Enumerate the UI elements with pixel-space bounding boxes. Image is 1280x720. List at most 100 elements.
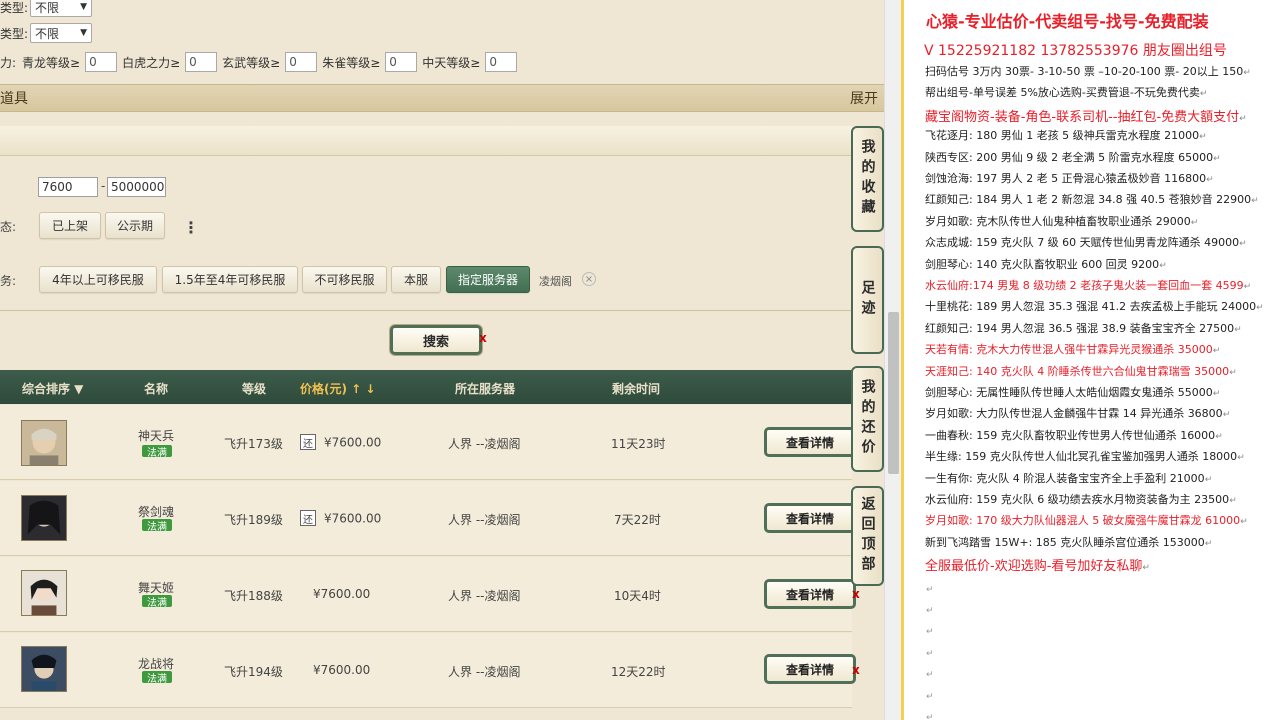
my-favorites-tab[interactable]: 我的收藏: [851, 126, 884, 232]
note-line: 红颜知己: 194 男人忽混 36.5 强混 38.9 装备宝宝齐全 27500…: [925, 321, 1242, 335]
character-avatar[interactable]: [21, 570, 67, 616]
footprint-tab[interactable]: 足迹: [851, 246, 884, 354]
table-row: 神天兵 法满 飞升173级 还 ¥7600.00 人界 --凌烟阁 11天23时 …: [0, 405, 856, 480]
view-detail-button[interactable]: 查看详情: [764, 503, 856, 533]
time-header: 剩余时间: [612, 382, 661, 396]
paragraph-mark-icon: ↵: [1240, 517, 1248, 528]
remove-tag-icon[interactable]: ×: [582, 272, 596, 286]
note-line: 半生缘: 159 克火队传世人仙北冥孔雀宝鉴加强男人通杀 18000↵: [925, 450, 1245, 464]
server-label: 务:: [0, 274, 17, 288]
server-option-no-migrate[interactable]: 不可移民服: [302, 266, 387, 293]
section-title: 道具: [0, 91, 28, 107]
item-time-left: 10天4时: [614, 589, 661, 603]
scrollbar-thumb[interactable]: [888, 312, 899, 474]
item-price: ¥7600.00: [313, 587, 371, 601]
paragraph-mark-icon: ↵: [1229, 367, 1237, 378]
baihu-level-input[interactable]: 0: [185, 52, 218, 72]
status-public-chip[interactable]: 公示期: [105, 212, 165, 239]
type-filter-row-1: 类型: 不限 ▼: [0, 0, 93, 18]
server-option-specified[interactable]: 指定服务器: [446, 266, 530, 293]
item-server: 人界 --凌烟阁: [448, 437, 521, 451]
paragraph-mark-icon: ↵: [1199, 132, 1207, 143]
paragraph-mark-icon: ↵: [926, 713, 934, 720]
item-time-left: 12天22时: [611, 665, 666, 679]
status-badge: 法满: [142, 445, 172, 459]
search-button[interactable]: 搜索: [390, 325, 482, 355]
paragraph-mark-icon: ↵: [1237, 453, 1245, 464]
sort-header[interactable]: 综合排序 ▼: [22, 380, 83, 397]
level-label: 玄武等级≥: [222, 55, 281, 70]
paragraph-mark-icon: ↵: [1251, 196, 1259, 207]
paragraph-mark-icon: ↵: [926, 648, 934, 659]
note-line: 陕西专区: 200 男仙 9 级 2 老全满 5 阶雷克水程度 65000↵: [925, 150, 1221, 164]
zhongtian-level-input[interactable]: 0: [485, 52, 518, 72]
my-haggle-tab[interactable]: 我的还价: [851, 366, 884, 472]
item-server: 人界 --凌烟阁: [448, 589, 521, 603]
paragraph-mark-icon: ↵: [1239, 113, 1247, 124]
paragraph-mark-icon: ↵: [1243, 282, 1252, 292]
status-badge: 法满: [142, 671, 172, 685]
view-detail-button[interactable]: 查看详情: [764, 579, 856, 609]
note-line: 天若有情: 克木大力传世混人强牛甘霖异光灵猴通杀 35000↵: [925, 343, 1221, 357]
paragraph-mark-icon: ↵: [1190, 217, 1199, 228]
haggle-icon[interactable]: 还: [300, 434, 316, 450]
view-detail-button[interactable]: 查看详情: [764, 654, 856, 684]
price-max-input[interactable]: 5000000: [107, 177, 166, 197]
paragraph-mark-icon: ↵: [926, 627, 934, 638]
view-detail-button[interactable]: 查看详情: [764, 427, 856, 457]
paragraph-mark-icon: ↵: [1256, 303, 1264, 314]
note-line: 水云仙府: 159 克火队 6 级功绩去疾水月物资装备为主 23500↵: [925, 493, 1237, 506]
character-avatar[interactable]: [21, 420, 67, 466]
character-avatar[interactable]: [21, 646, 67, 692]
note-panel: 心猿-专业估价-代卖组号-找号-免费配装 V 15225921182 13782…: [901, 0, 1280, 720]
paragraph-mark-icon: ↵: [926, 606, 934, 616]
note-line: 一生有你: 克火队 4 阶混人装备宝宝齐全上手盈利 21000↵: [925, 471, 1213, 485]
vertical-scrollbar[interactable]: [884, 0, 901, 720]
expand-link[interactable]: 展开: [850, 88, 878, 108]
note-line: 藏宝阁物资-装备-角色-联系司机--抽红包-免费大額支付↵: [925, 109, 1247, 125]
sub-header-bar: [0, 126, 852, 156]
price-range-separator: -: [101, 179, 106, 193]
type-select-2[interactable]: 不限 ▼: [30, 23, 93, 43]
note-line: 一曲春秋: 159 克火队畜牧职业传世男人传世仙通杀 16000↵: [925, 428, 1223, 442]
item-name[interactable]: 神天兵: [138, 427, 174, 444]
server-option-1-5y[interactable]: 1.5年至4年可移民服: [162, 266, 298, 293]
paragraph-mark-icon: ↵: [1199, 89, 1208, 100]
note-line: 扫码估号 3万内 30票- 3-10-50 票 –10-20-100 票- 20…: [925, 65, 1251, 78]
price-header[interactable]: 价格(元) ↑ ↓: [300, 380, 375, 397]
note-line: 十里桃花: 189 男人忽混 35.3 强混 41.2 去疾孟极上手能玩 240…: [925, 300, 1264, 314]
paragraph-mark-icon: ↵: [1206, 175, 1214, 185]
note-line: 天涯知己: 140 克火队 4 阶睡杀传世六合仙鬼甘霖瑞雪 35000↵: [925, 364, 1237, 378]
zhuque-level-input[interactable]: 0: [385, 52, 418, 72]
type-select-1[interactable]: 不限 ▼: [30, 0, 93, 17]
paragraph-mark-icon: ↵: [1239, 239, 1247, 250]
level-label: 白虎之力≥: [122, 55, 181, 70]
paragraph-mark-icon: ↵: [1222, 410, 1231, 421]
table-row: 龙战将 法满 飞升194级 ¥7600.00 人界 --凌烟阁 12天22时 查…: [0, 633, 860, 708]
name-header: 名称: [144, 382, 169, 396]
paragraph-mark-icon: ↵: [926, 670, 934, 681]
power-label: 力:: [0, 55, 17, 70]
chevron-down-icon: ▼: [80, 2, 88, 12]
xuanwu-level-input[interactable]: 0: [285, 52, 318, 72]
server-option-4y[interactable]: 4年以上可移民服: [39, 266, 157, 293]
item-price: ¥7600.00: [313, 663, 371, 677]
status-listed-chip[interactable]: 已上架: [39, 212, 101, 239]
qinglong-level-input[interactable]: 0: [85, 52, 118, 72]
close-icon: x: [852, 587, 860, 601]
note-line: 岁月如歌: 大力队传世混人金麟强牛甘霖 14 异光通杀 36800↵: [925, 407, 1231, 421]
status-badge: 法满: [142, 595, 172, 609]
character-avatar[interactable]: [21, 495, 67, 541]
back-to-top-tab[interactable]: 返回顶部: [851, 486, 884, 586]
item-level: 飞升188级: [224, 589, 283, 603]
close-icon: x: [852, 663, 860, 677]
status-label: 态:: [0, 220, 17, 234]
level-filter-row: 力: 青龙等级≥ 0 白虎之力≥ 0 玄武等级≥ 0 朱雀等级≥ 0 中天等级≥…: [0, 51, 522, 73]
more-options-icon[interactable]: ⋮: [183, 218, 199, 237]
server-option-this[interactable]: 本服: [391, 266, 441, 293]
note-line: 水云仙府:174 男鬼 8 级功绩 2 老孩子鬼火装一套回血一套 4599↵: [925, 279, 1252, 292]
price-min-input[interactable]: 7600: [38, 177, 98, 197]
haggle-icon[interactable]: 还: [300, 510, 316, 526]
note-line: 剑胆琴心: 无属性睡队传世睡人太皓仙烟霞女鬼通杀 55000↵: [925, 386, 1221, 399]
divider: [0, 310, 852, 311]
